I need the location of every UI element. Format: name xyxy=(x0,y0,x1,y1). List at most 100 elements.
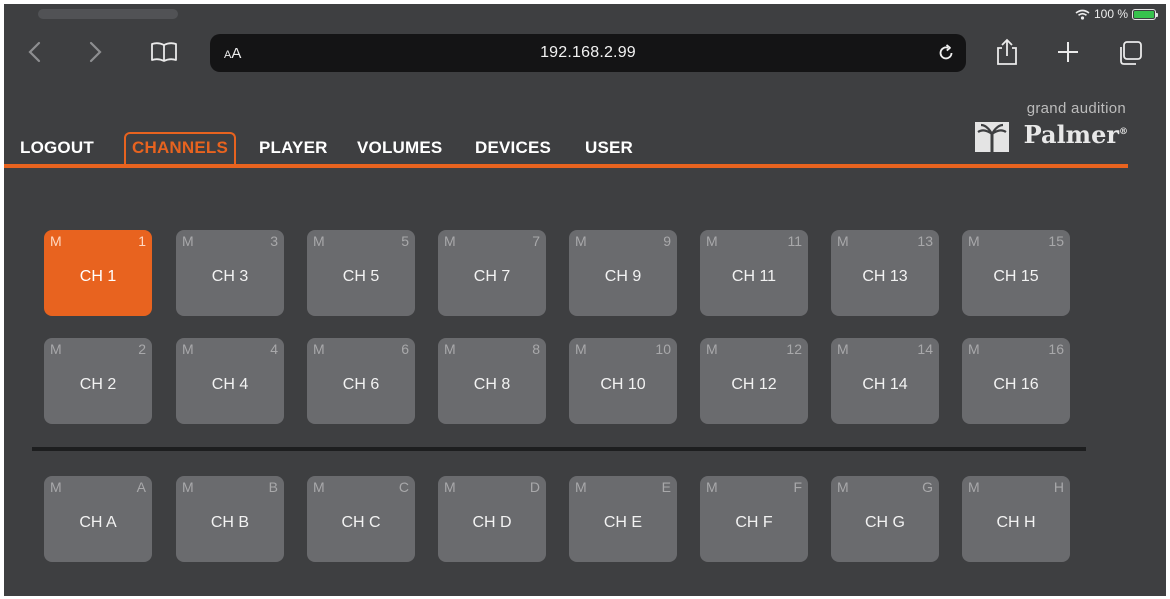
main-menu: LOGOUT CHANNELS PLAYER VOLUMES DEVICES U… xyxy=(4,128,1166,164)
channel-label: CH 13 xyxy=(862,268,908,285)
mute-indicator[interactable]: M xyxy=(968,233,980,249)
mute-indicator[interactable]: M xyxy=(575,479,587,495)
mute-indicator[interactable]: M xyxy=(50,233,62,249)
forward-icon[interactable] xyxy=(84,40,106,64)
channel-label: CH 4 xyxy=(211,376,249,393)
channel-button-1[interactable]: M 1 CH 1 xyxy=(44,230,152,316)
tabs-icon[interactable] xyxy=(1116,40,1144,66)
channel-number: 13 xyxy=(917,233,933,249)
status-time-blurred xyxy=(38,9,178,19)
channel-button-b[interactable]: M B CH B xyxy=(176,476,284,562)
menu-channels[interactable]: CHANNELS xyxy=(124,132,237,164)
channel-button-2[interactable]: M 2 CH 2 xyxy=(44,338,152,424)
mute-indicator[interactable]: M xyxy=(575,233,587,249)
mute-indicator[interactable]: M xyxy=(313,341,325,357)
channel-number: B xyxy=(268,479,278,495)
back-icon[interactable] xyxy=(24,40,46,64)
url-text[interactable]: 192.168.2.99 xyxy=(210,44,966,62)
mute-indicator[interactable]: M xyxy=(444,479,456,495)
channel-number: 14 xyxy=(917,341,933,357)
mute-indicator[interactable]: M xyxy=(837,341,849,357)
channel-button-4[interactable]: M 4 CH 4 xyxy=(176,338,284,424)
channel-label: CH 15 xyxy=(993,268,1039,285)
channel-number: 8 xyxy=(532,341,540,357)
channel-button-8[interactable]: M 8 CH 8 xyxy=(438,338,546,424)
channel-button-9[interactable]: M 9 CH 9 xyxy=(569,230,677,316)
channel-label: CH A xyxy=(79,514,117,531)
mute-indicator[interactable]: M xyxy=(968,341,980,357)
menu-user[interactable]: USER xyxy=(579,132,639,164)
channel-number: 9 xyxy=(663,233,671,249)
channel-button-14[interactable]: M 14 CH 14 xyxy=(831,338,939,424)
menu-devices[interactable]: DEVICES xyxy=(469,132,557,164)
channel-button-c[interactable]: M C CH C xyxy=(307,476,415,562)
brand-tagline: grand audition xyxy=(1026,100,1126,117)
channel-button-10[interactable]: M 10 CH 10 xyxy=(569,338,677,424)
reload-icon[interactable] xyxy=(936,43,956,63)
mute-indicator[interactable]: M xyxy=(182,341,194,357)
channel-button-12[interactable]: M 12 CH 12 xyxy=(700,338,808,424)
address-bar[interactable]: AA 192.168.2.99 xyxy=(210,34,966,72)
share-icon[interactable] xyxy=(994,38,1020,66)
mute-indicator[interactable]: M xyxy=(50,479,62,495)
new-tab-icon[interactable] xyxy=(1056,40,1080,64)
mute-indicator[interactable]: M xyxy=(575,341,587,357)
bookmarks-icon[interactable] xyxy=(150,40,178,64)
wifi-icon xyxy=(1075,9,1090,20)
channel-label: CH 5 xyxy=(342,268,380,285)
channel-label: CH 16 xyxy=(993,376,1039,393)
channel-button-d[interactable]: M D CH D xyxy=(438,476,546,562)
channel-label: CH 10 xyxy=(600,376,646,393)
mute-indicator[interactable]: M xyxy=(837,479,849,495)
channel-button-13[interactable]: M 13 CH 13 xyxy=(831,230,939,316)
status-indicators: 100 % xyxy=(1075,7,1158,21)
channel-label: CH 12 xyxy=(731,376,777,393)
mute-indicator[interactable]: M xyxy=(313,479,325,495)
channel-number: F xyxy=(793,479,802,495)
mute-indicator[interactable]: M xyxy=(837,233,849,249)
channel-label: CH 6 xyxy=(342,376,380,393)
channel-button-5[interactable]: M 5 CH 5 xyxy=(307,230,415,316)
battery-icon xyxy=(1132,8,1158,20)
mute-indicator[interactable]: M xyxy=(182,233,194,249)
mute-indicator[interactable]: M xyxy=(50,341,62,357)
mute-indicator[interactable]: M xyxy=(706,341,718,357)
channel-label: CH D xyxy=(472,514,512,531)
battery-level xyxy=(1134,10,1154,18)
mute-indicator[interactable]: M xyxy=(313,233,325,249)
channel-label: CH C xyxy=(341,514,381,531)
channel-button-a[interactable]: M A CH A xyxy=(44,476,152,562)
channel-button-7[interactable]: M 7 CH 7 xyxy=(438,230,546,316)
mute-indicator[interactable]: M xyxy=(444,233,456,249)
grid-divider xyxy=(32,447,1086,451)
channel-button-g[interactable]: M G CH G xyxy=(831,476,939,562)
channel-label: CH B xyxy=(210,514,250,531)
channel-number: 12 xyxy=(786,341,802,357)
channel-button-15[interactable]: M 15 CH 15 xyxy=(962,230,1070,316)
channel-label: CH H xyxy=(996,514,1036,531)
channel-number: 16 xyxy=(1048,341,1064,357)
channel-number: 6 xyxy=(401,341,409,357)
mute-indicator[interactable]: M xyxy=(182,479,194,495)
channel-label: CH 14 xyxy=(862,376,908,393)
channel-button-16[interactable]: M 16 CH 16 xyxy=(962,338,1070,424)
channel-number: 3 xyxy=(270,233,278,249)
channel-button-11[interactable]: M 11 CH 11 xyxy=(700,230,808,316)
channel-number: G xyxy=(922,479,933,495)
channel-button-6[interactable]: M 6 CH 6 xyxy=(307,338,415,424)
channel-button-h[interactable]: M H CH H xyxy=(962,476,1070,562)
channel-button-f[interactable]: M F CH F xyxy=(700,476,808,562)
channel-label: CH 3 xyxy=(211,268,249,285)
mute-indicator[interactable]: M xyxy=(968,479,980,495)
menu-player[interactable]: PLAYER xyxy=(253,132,334,164)
channel-button-3[interactable]: M 3 CH 3 xyxy=(176,230,284,316)
channel-number: 10 xyxy=(655,341,671,357)
mute-indicator[interactable]: M xyxy=(444,341,456,357)
channel-number: H xyxy=(1053,479,1064,495)
channel-button-e[interactable]: M E CH E xyxy=(569,476,677,562)
channel-number: 5 xyxy=(401,233,409,249)
mute-indicator[interactable]: M xyxy=(706,479,718,495)
menu-volumes[interactable]: VOLUMES xyxy=(351,132,448,164)
menu-logout[interactable]: LOGOUT xyxy=(14,132,100,164)
mute-indicator[interactable]: M xyxy=(706,233,718,249)
